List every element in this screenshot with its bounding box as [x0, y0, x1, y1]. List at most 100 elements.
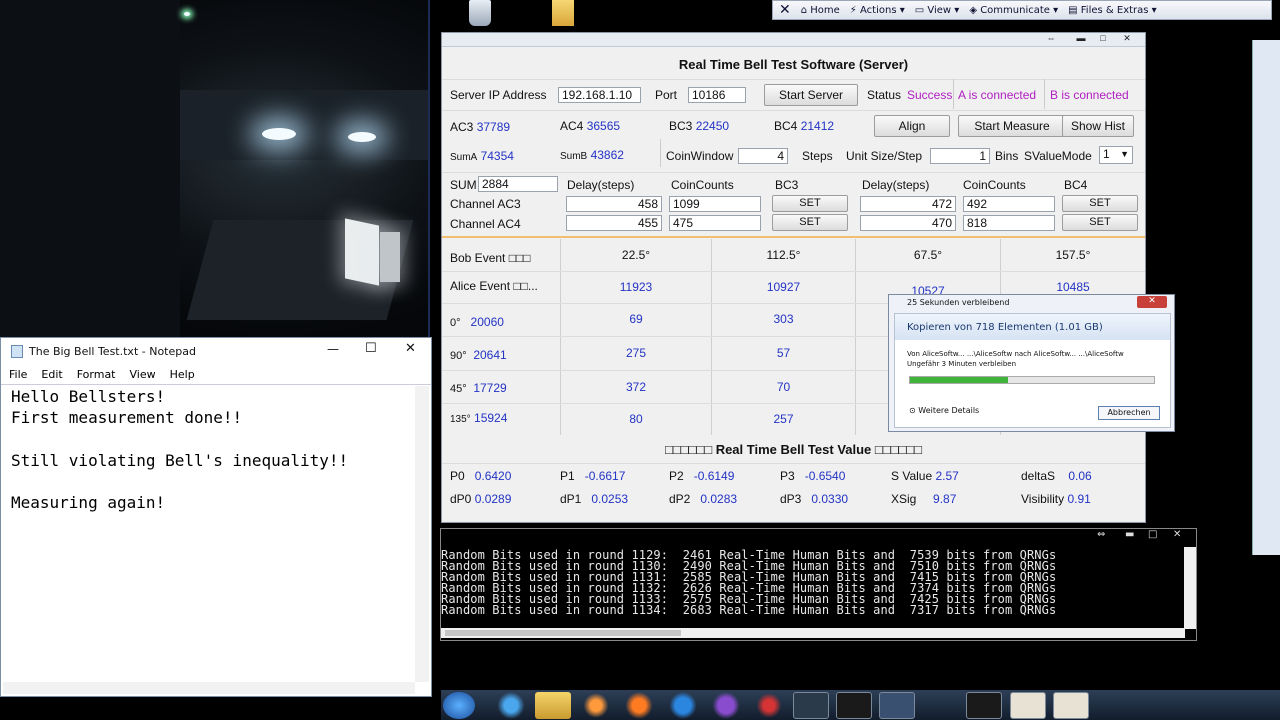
- ac4-bc3-delay-spinner[interactable]: 455: [566, 215, 662, 231]
- set-ac4-bc3-button[interactable]: SET: [772, 214, 848, 231]
- menu-edit[interactable]: Edit: [41, 368, 62, 381]
- minimize-icon[interactable]: —: [327, 342, 339, 356]
- visual-studio-icon[interactable]: [708, 692, 744, 719]
- maximize-icon[interactable]: ☐: [365, 341, 377, 356]
- port-field[interactable]: 10186: [688, 87, 746, 103]
- bob-angle: 112.5°: [766, 248, 801, 262]
- ac4-counter: AC4 36565: [560, 119, 621, 133]
- close-icon[interactable]: ✕: [1116, 33, 1138, 45]
- notepad-menu: File Edit Format View Help: [1, 364, 431, 384]
- row-label: 0° 20060: [450, 315, 504, 329]
- java-icon[interactable]: [1010, 692, 1046, 719]
- a-connected-status: A is connected: [958, 88, 1037, 102]
- console-line: Random Bits used in round 1134: 2683 Rea…: [441, 603, 1057, 617]
- sum-label: SUM: [450, 178, 477, 192]
- bins-label: Bins: [995, 149, 1019, 163]
- cancel-button[interactable]: Abbrechen: [1098, 406, 1160, 420]
- restore-icon[interactable]: ⇔: [1040, 33, 1062, 45]
- vertical-scrollbar[interactable]: [1184, 547, 1196, 629]
- bell-test-window: ⇔ ▬ □ ✕ Real Time Bell Test Software (Se…: [441, 32, 1146, 523]
- recycle-bin-icon[interactable]: [469, 0, 491, 26]
- bell-value-title: □□□□□□ Real Time Bell Test Value □□□□□□: [664, 442, 923, 457]
- close-icon[interactable]: ✕: [1137, 296, 1167, 308]
- network-icon[interactable]: [879, 692, 915, 719]
- minimize-icon[interactable]: ▬: [1125, 529, 1134, 540]
- labview-icon[interactable]: [751, 692, 787, 719]
- coincidence-count: 372: [625, 380, 647, 394]
- ac3-bc3-delay-spinner[interactable]: 458: [566, 196, 662, 212]
- dialog-title: 25 Sekunden verbleibend: [907, 298, 1010, 307]
- set-ac4-bc4-button[interactable]: SET: [1062, 214, 1138, 231]
- notepad-text-area[interactable]: Hello Bellsters! First measurement done!!…: [11, 386, 348, 514]
- xsig-value: XSig 9.87: [891, 492, 957, 506]
- minimize-icon[interactable]: ▬: [1070, 33, 1092, 45]
- start-button[interactable]: [443, 692, 475, 719]
- toolbar-actions[interactable]: ⚡ Actions ▾: [850, 5, 905, 16]
- background-window: [1252, 40, 1280, 555]
- svaluemode-label: SValueMode: [1024, 149, 1092, 163]
- set-ac3-bc4-button[interactable]: SET: [1062, 195, 1138, 212]
- server-ip-field[interactable]: 192.168.1.10: [558, 87, 641, 103]
- media-player-icon[interactable]: [578, 692, 614, 719]
- close-icon[interactable]: ✕: [779, 2, 791, 18]
- channel-ac3-label: Channel AC3: [450, 197, 521, 211]
- s-value: S Value 2.57: [891, 469, 959, 483]
- restore-icon[interactable]: ⇔: [1097, 529, 1105, 540]
- set-ac3-bc3-button[interactable]: SET: [772, 195, 848, 212]
- svaluemode-select[interactable]: 1 ▼: [1099, 146, 1133, 164]
- maximize-icon[interactable]: □: [1148, 529, 1157, 540]
- menu-help[interactable]: Help: [170, 368, 195, 381]
- ac3-bc3-coin-field[interactable]: 1099: [669, 196, 761, 212]
- toolbar-files[interactable]: ▤ Files & Extras ▾: [1068, 5, 1157, 16]
- firefox-icon[interactable]: [621, 692, 657, 719]
- ac4-bc4-coin-field[interactable]: 818: [963, 215, 1055, 231]
- console-icon[interactable]: [966, 692, 1002, 719]
- more-details-toggle[interactable]: ⊙ Weitere Details: [909, 406, 979, 415]
- deltas-value: deltaS 0.06: [1021, 469, 1092, 483]
- app-title: Real Time Bell Test Software (Server): [678, 57, 909, 72]
- close-icon[interactable]: ✕: [1173, 529, 1181, 540]
- close-icon[interactable]: ✕: [405, 341, 416, 356]
- ac3-bc4-delay-spinner[interactable]: 472: [860, 196, 956, 212]
- notepad-title: The Big Bell Test.txt - Notepad: [29, 344, 196, 358]
- sum-field[interactable]: 2884: [478, 176, 558, 192]
- server-ip-label: Server IP Address: [450, 88, 547, 102]
- coin-window-label: CoinWindow: [666, 149, 734, 163]
- start-measure-button[interactable]: Start Measure: [958, 115, 1066, 137]
- menu-format[interactable]: Format: [77, 368, 116, 381]
- console-icon[interactable]: [836, 692, 872, 719]
- coincidence-count: 303: [773, 312, 794, 326]
- folder-icon[interactable]: [552, 0, 574, 26]
- internet-explorer-icon[interactable]: [493, 692, 529, 719]
- suma-counter: SumA 74354: [450, 149, 514, 163]
- alice-count: 11923: [619, 280, 653, 294]
- unit-size-spinner[interactable]: 1: [930, 148, 990, 164]
- align-button[interactable]: Align: [874, 115, 950, 137]
- toolbar-view[interactable]: ▭ View ▾: [915, 5, 960, 16]
- status-label: Status: [867, 88, 902, 102]
- ac4-bc3-coin-field[interactable]: 475: [669, 215, 761, 231]
- toolbar-home[interactable]: ⌂ Home: [801, 5, 840, 16]
- maximize-icon[interactable]: □: [1092, 33, 1114, 45]
- row-label: 90° 20641: [450, 348, 507, 362]
- bc3-counter: BC3 22450: [669, 119, 730, 133]
- horizontal-scrollbar[interactable]: [3, 682, 415, 694]
- horizontal-scrollbar[interactable]: [441, 628, 1185, 638]
- toolbar-communicate[interactable]: ◈ Communicate ▾: [969, 5, 1058, 16]
- video-icon[interactable]: [793, 692, 829, 719]
- vertical-scrollbar[interactable]: [415, 386, 429, 682]
- ac3-bc4-coin-field[interactable]: 492: [963, 196, 1055, 212]
- start-server-button[interactable]: Start Server: [764, 84, 858, 106]
- menu-view[interactable]: View: [130, 368, 156, 381]
- coincidence-count: 257: [773, 412, 794, 426]
- java-icon[interactable]: [1053, 692, 1089, 719]
- coin-window-spinner[interactable]: 4: [738, 148, 788, 164]
- row-label: 45° 17729: [450, 381, 507, 395]
- ac4-bc4-delay-spinner[interactable]: 470: [860, 215, 956, 231]
- teamviewer-icon[interactable]: [665, 692, 701, 719]
- explorer-icon[interactable]: [535, 692, 571, 719]
- p0-value: P0 0.6420: [450, 469, 512, 483]
- menu-file[interactable]: File: [9, 368, 27, 381]
- show-hist-button[interactable]: Show Hist: [1062, 115, 1134, 137]
- delay-steps-header-bc4: Delay(steps): [862, 178, 930, 192]
